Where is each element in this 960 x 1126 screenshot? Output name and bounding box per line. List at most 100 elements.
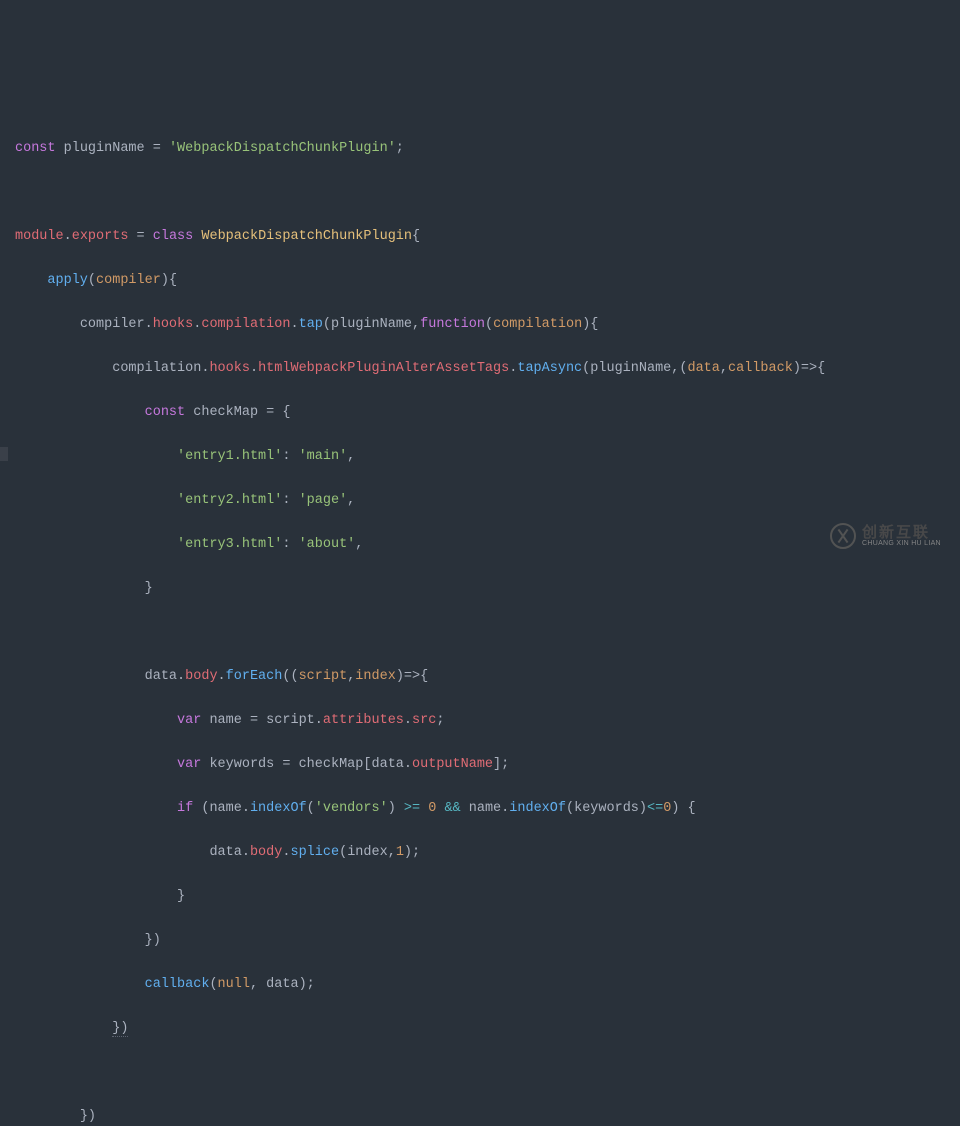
code-line[interactable] — [0, 622, 960, 644]
code-line[interactable]: if (name.indexOf('vendors') >= 0 && name… — [0, 798, 960, 820]
code-line[interactable]: }) — [0, 1018, 960, 1040]
comma: , — [355, 537, 363, 552]
identifier: data — [209, 845, 241, 860]
paren: ( — [339, 845, 347, 860]
bracket: ]; — [493, 757, 509, 772]
gutter-marker — [0, 447, 8, 461]
code-line[interactable]: } — [0, 886, 960, 908]
keyword: function — [420, 317, 485, 332]
dot: . — [404, 713, 412, 728]
code-line[interactable]: 'entry3.html': 'about', — [0, 534, 960, 556]
paren: ( — [307, 801, 315, 816]
operator: <= — [647, 801, 663, 816]
space — [201, 713, 209, 728]
code-line[interactable] — [0, 1062, 960, 1084]
string: 'page' — [299, 493, 348, 508]
indent — [15, 581, 145, 596]
semi: ; — [436, 713, 444, 728]
identifier: checkMap — [193, 405, 258, 420]
code-line[interactable] — [0, 182, 960, 204]
identifier: name — [209, 801, 241, 816]
method: tap — [299, 317, 323, 332]
keyword: var — [177, 757, 201, 772]
identifier: keywords — [209, 757, 274, 772]
string: 'main' — [299, 449, 348, 464]
code-line[interactable]: apply(compiler){ — [0, 270, 960, 292]
method: splice — [290, 845, 339, 860]
code-line[interactable]: compilation.hooks.htmlWebpackPluginAlter… — [0, 358, 960, 380]
space — [461, 801, 469, 816]
code-line[interactable]: module.exports = class WebpackDispatchCh… — [0, 226, 960, 248]
property: body — [250, 845, 282, 860]
identifier: index — [347, 845, 388, 860]
brace: } — [145, 581, 153, 596]
dot: . — [250, 361, 258, 376]
keyword: var — [177, 713, 201, 728]
code-line[interactable]: }) — [0, 930, 960, 952]
string: 'entry1.html' — [177, 449, 282, 464]
code-line[interactable]: const checkMap = { — [0, 402, 960, 424]
indent — [15, 493, 177, 508]
code-line[interactable]: }) — [0, 1106, 960, 1126]
method: forEach — [226, 669, 283, 684]
comma: ,( — [671, 361, 687, 376]
bracket: [ — [363, 757, 371, 772]
indent — [15, 801, 177, 816]
paren: ( — [88, 273, 96, 288]
operator: = — [145, 141, 169, 156]
colon: : — [282, 493, 298, 508]
logo-en: CHUANG XIN HU LIAN — [862, 540, 941, 547]
indent — [15, 405, 145, 420]
indent — [15, 273, 47, 288]
code-line[interactable]: 'entry1.html': 'main', — [0, 446, 960, 468]
param: script — [299, 669, 348, 684]
paren: ( — [323, 317, 331, 332]
method: indexOf — [250, 801, 307, 816]
comma: , — [347, 493, 355, 508]
comma: , — [720, 361, 728, 376]
code-line[interactable]: var name = script.attributes.src; — [0, 710, 960, 732]
watermark-logo: 创新互联 CHUANG XIN HU LIAN — [830, 521, 948, 551]
keyword: class — [153, 229, 194, 244]
code-line[interactable]: var keywords = checkMap[data.outputName]… — [0, 754, 960, 776]
colon: : — [282, 537, 298, 552]
keyword: const — [15, 141, 56, 156]
paren: ); — [299, 977, 315, 992]
code-line[interactable]: compiler.hooks.compilation.tap(pluginNam… — [0, 314, 960, 336]
comma: , — [388, 845, 396, 860]
identifier: name — [209, 713, 241, 728]
dot: . — [242, 801, 250, 816]
indent — [15, 361, 112, 376]
dot: . — [282, 845, 290, 860]
comma: , — [412, 317, 420, 332]
indent — [15, 757, 177, 772]
brace: }) — [112, 1021, 128, 1037]
punct: ; — [396, 141, 404, 156]
dot: . — [177, 669, 185, 684]
indent — [15, 1021, 112, 1036]
indent — [15, 713, 177, 728]
identifier: module — [15, 229, 64, 244]
brace: { — [412, 229, 420, 244]
property: exports — [72, 229, 129, 244]
code-line[interactable]: 'entry2.html': 'page', — [0, 490, 960, 512]
space — [201, 757, 209, 772]
operator: = — [274, 757, 298, 772]
paren: ( — [209, 977, 217, 992]
method: indexOf — [509, 801, 566, 816]
code-line[interactable]: data.body.forEach((script,index)=>{ — [0, 666, 960, 688]
number: 1 — [396, 845, 404, 860]
param: callback — [728, 361, 793, 376]
param: data — [687, 361, 719, 376]
code-line[interactable]: } — [0, 578, 960, 600]
operator: = — [242, 713, 266, 728]
logo-icon — [830, 523, 856, 549]
identifier: data — [266, 977, 298, 992]
code-line[interactable]: const pluginName = 'WebpackDispatchChunk… — [0, 138, 960, 160]
code-line[interactable]: data.body.splice(index,1); — [0, 842, 960, 864]
property: src — [412, 713, 436, 728]
paren: ){ — [582, 317, 598, 332]
brace: ) { — [671, 801, 695, 816]
string: 'WebpackDispatchChunkPlugin' — [169, 141, 396, 156]
code-line[interactable]: callback(null, data); — [0, 974, 960, 996]
